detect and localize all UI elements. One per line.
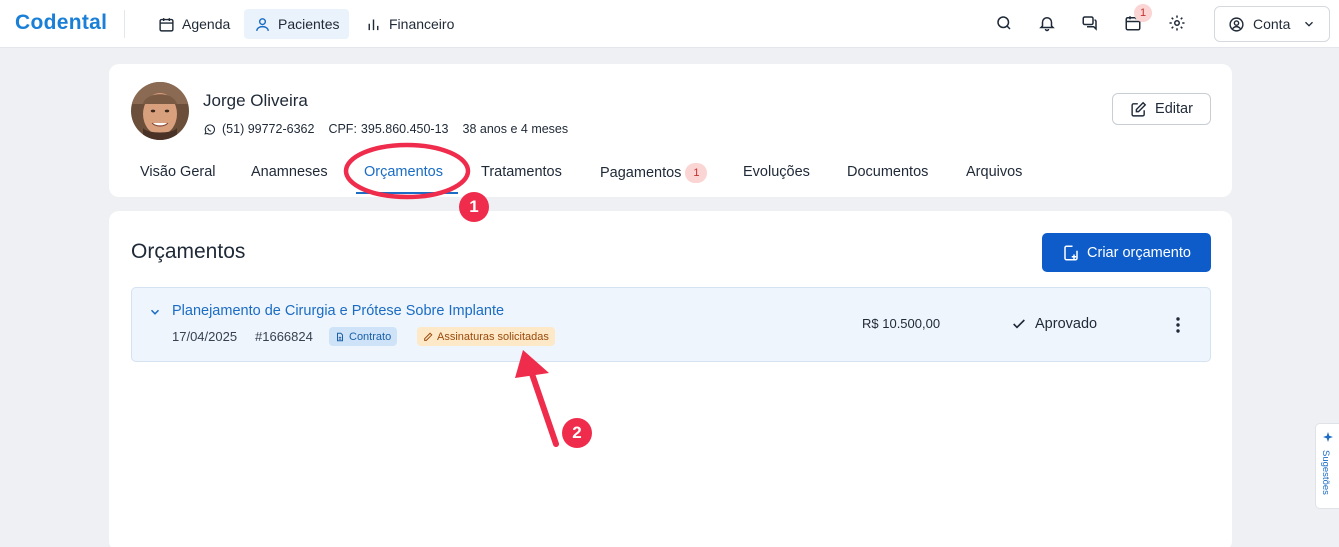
tab-orcamentos[interactable]: Orçamentos xyxy=(364,163,443,189)
tab-tratamentos[interactable]: Tratamentos xyxy=(481,163,562,189)
budgets-panel: Orçamentos Criar orçamento Planejamento … xyxy=(109,211,1232,547)
status-label: Aprovado xyxy=(1035,316,1098,332)
budget-row[interactable]: Planejamento de Cirurgia e Prótese Sobre… xyxy=(131,287,1211,362)
tab-documentos[interactable]: Documentos xyxy=(847,163,928,189)
account-menu-button[interactable]: Conta xyxy=(1214,6,1330,42)
patient-cpf-label: CPF: xyxy=(328,122,357,136)
create-budget-button[interactable]: Criar orçamento xyxy=(1042,233,1211,272)
budget-id: #1666824 xyxy=(255,329,313,344)
settings-button[interactable] xyxy=(1167,13,1187,33)
nav-item-label: Pacientes xyxy=(278,16,340,32)
tab-label: Pagamentos xyxy=(600,164,682,181)
edit-icon xyxy=(1131,101,1147,117)
calendar-icon xyxy=(159,17,174,32)
search-button[interactable] xyxy=(994,13,1014,33)
patient-meta: (51) 99772-6362 CPF: 395.860.450-13 38 a… xyxy=(203,122,568,136)
budget-date: 17/04/2025 xyxy=(172,329,238,344)
edit-patient-button[interactable]: Editar xyxy=(1112,93,1211,125)
chevron-down-icon xyxy=(1305,21,1314,27)
tab-evolucoes[interactable]: Evoluções xyxy=(743,163,810,189)
create-budget-label: Criar orçamento xyxy=(1087,244,1191,261)
edit-label: Editar xyxy=(1155,101,1193,117)
budget-value: R$ 10.500,00 xyxy=(862,316,941,331)
nav-item-agenda[interactable]: Agenda xyxy=(148,9,240,39)
sparkle-icon xyxy=(1323,432,1333,442)
chat-icon xyxy=(1082,16,1097,31)
payments-badge: 1 xyxy=(685,163,708,183)
annotation-marker-1: 1 xyxy=(459,192,489,222)
tab-visao-geral[interactable]: Visão Geral xyxy=(140,163,216,189)
patient-age: 38 anos e 4 meses xyxy=(462,122,569,136)
user-icon xyxy=(256,17,269,31)
page-title: Orçamentos xyxy=(131,240,246,263)
nav-item-financeiro[interactable]: Financeiro xyxy=(355,9,464,39)
check-icon xyxy=(1013,319,1025,329)
patient-avatar xyxy=(131,82,189,140)
calendar-badge: 1 xyxy=(1134,4,1152,22)
nav-item-label: Agenda xyxy=(182,16,231,32)
document-icon xyxy=(337,332,343,341)
suggestions-tab[interactable]: Sugestões xyxy=(1315,423,1339,509)
nav-item-label: Financeiro xyxy=(389,16,455,32)
divider xyxy=(124,10,125,38)
active-tab-indicator xyxy=(356,192,458,194)
tab-arquivos[interactable]: Arquivos xyxy=(966,163,1022,189)
messages-button[interactable] xyxy=(1080,13,1100,33)
notifications-button[interactable] xyxy=(1037,13,1057,33)
budget-title[interactable]: Planejamento de Cirurgia e Prótese Sobre… xyxy=(172,303,504,319)
signatures-tag[interactable]: Assinaturas solicitadas xyxy=(417,327,555,346)
bar-chart-icon xyxy=(368,19,379,30)
budget-status: Aprovado xyxy=(1011,316,1097,332)
whatsapp-icon xyxy=(204,123,215,135)
suggestions-label: Sugestões xyxy=(1320,450,1331,495)
bell-icon xyxy=(1039,17,1055,32)
pen-icon xyxy=(424,332,433,341)
user-circle-icon xyxy=(1229,16,1244,32)
tab-anamneses[interactable]: Anamneses xyxy=(251,163,328,189)
tag-label: Contrato xyxy=(349,330,392,343)
app-logo[interactable]: Codental xyxy=(15,11,107,35)
patient-cpf: 395.860.450-13 xyxy=(360,122,449,136)
contract-tag[interactable]: Contrato xyxy=(329,327,398,346)
patient-phone[interactable]: (51) 99772-6362 xyxy=(222,122,314,136)
account-label: Conta xyxy=(1253,16,1291,32)
top-navigation-bar: Codental Agenda Pacientes Financeiro 1 C… xyxy=(0,0,1339,48)
add-document-icon xyxy=(1064,245,1078,260)
chevron-down-icon[interactable] xyxy=(148,305,162,319)
annotation-marker-2: 2 xyxy=(562,418,592,448)
tag-label: Assinaturas solicitadas xyxy=(437,330,549,343)
search-icon xyxy=(997,16,1011,30)
patient-header-card: Jorge Oliveira (51) 99772-6362 CPF: 395.… xyxy=(109,64,1232,197)
gear-icon xyxy=(1169,15,1185,31)
more-options-icon[interactable] xyxy=(1170,316,1186,334)
tab-pagamentos[interactable]: Pagamentos 1 xyxy=(600,163,708,189)
nav-item-pacientes[interactable]: Pacientes xyxy=(244,9,350,39)
patient-name: Jorge Oliveira xyxy=(203,91,308,110)
